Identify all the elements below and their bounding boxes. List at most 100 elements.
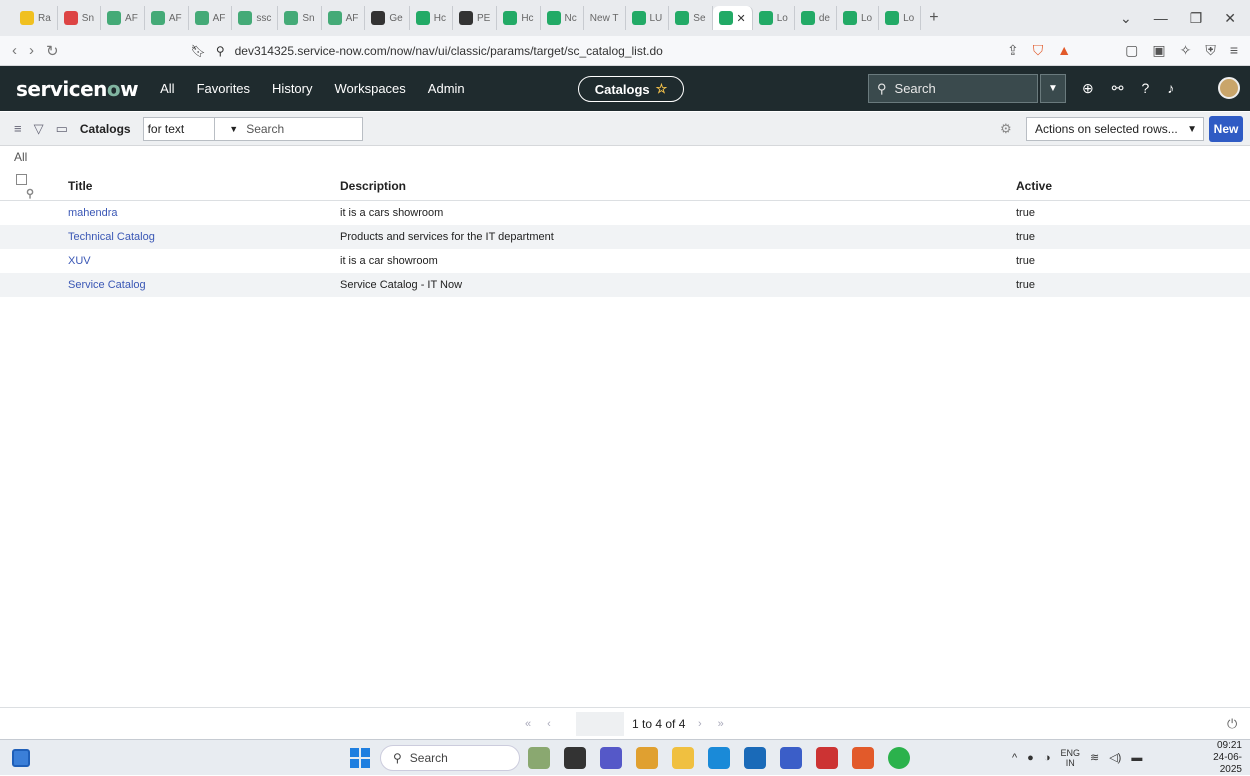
browser-tab[interactable]: Se (669, 6, 713, 30)
brave-shield-icon[interactable]: ⛉ (1033, 42, 1044, 59)
browser-tab-active[interactable]: ✕ (712, 6, 753, 30)
wifi-icon[interactable]: ≋ (1090, 751, 1099, 764)
new-tab-icon[interactable]: + (929, 9, 938, 27)
edge-icon[interactable] (708, 746, 730, 769)
chevron-up-icon[interactable]: ^ (1012, 752, 1017, 764)
browser-tab[interactable]: Hc (410, 6, 453, 30)
windows-start-icon[interactable] (350, 747, 370, 768)
browser-tab[interactable]: LU (626, 6, 670, 30)
search-scope-dropdown[interactable]: ▼ (1040, 74, 1066, 103)
language-indicator[interactable]: ENG IN (1060, 748, 1080, 768)
gear-icon[interactable]: ⚙ (1000, 121, 1012, 137)
refresh-icon[interactable]: ⏻ (1227, 716, 1237, 732)
tray-app-icon[interactable]: ◑ (1044, 752, 1051, 764)
context-pill[interactable]: Catalogs ☆ (578, 76, 684, 102)
zoho-icon[interactable] (780, 746, 802, 769)
select-all-checkbox[interactable] (16, 174, 27, 186)
teams-icon[interactable] (600, 746, 622, 769)
url-text[interactable]: dev314325.service-now.com/now/nav/ui/cla… (235, 44, 663, 58)
battery-icon[interactable]: ▬ (1131, 752, 1142, 764)
column-header-description[interactable]: Description (340, 172, 1016, 201)
row-title-link[interactable]: mahendra (40, 201, 340, 225)
page-number-input[interactable] (576, 712, 624, 736)
avatar[interactable] (1218, 77, 1240, 99)
first-page-icon[interactable]: « (525, 718, 531, 730)
row-title-link[interactable]: Service Catalog (40, 272, 340, 297)
column-search-icon[interactable]: ⚲ (26, 188, 34, 200)
menu-workspaces[interactable]: Workspaces (335, 81, 406, 96)
browser-tab[interactable]: AF (189, 6, 233, 30)
list-search-input[interactable]: Search (242, 122, 362, 136)
vpn-icon[interactable]: ⛨ (1205, 42, 1216, 59)
next-page-icon[interactable]: › (698, 718, 702, 730)
brave-icon[interactable] (852, 746, 874, 769)
widgets-icon[interactable] (12, 748, 30, 767)
taskbar-search[interactable]: ⚲ Search (380, 744, 520, 771)
notifications-icon[interactable]: ♪ (1167, 80, 1174, 97)
chat-icon[interactable]: ⚯ (1112, 80, 1124, 97)
breadcrumb[interactable]: All (14, 150, 27, 164)
copilot-icon[interactable] (636, 746, 658, 769)
list-icon[interactable]: ▭ (56, 121, 68, 137)
minimize-icon[interactable]: — (1154, 10, 1168, 27)
globe-icon[interactable]: ⊕ (1082, 80, 1094, 97)
help-icon[interactable]: ? (1141, 80, 1149, 97)
menu-all[interactable]: All (160, 81, 174, 96)
landscape-app-icon[interactable] (528, 746, 550, 769)
clock[interactable]: 09:21 24-06-2025 (1192, 740, 1242, 776)
file-explorer-icon[interactable] (672, 746, 694, 769)
row-title-link[interactable]: XUV (40, 249, 340, 273)
browser-tab[interactable]: Ge (365, 6, 410, 30)
star-icon[interactable]: ☆ (656, 81, 668, 97)
forward-icon[interactable]: › (29, 42, 34, 59)
menu-history[interactable]: History (272, 81, 312, 96)
wallet-icon[interactable]: ▣ (1152, 42, 1165, 59)
tab-list-icon[interactable]: ⌄ (1120, 10, 1132, 27)
browser-tab[interactable]: Sn (58, 6, 102, 30)
mcafee-icon[interactable] (816, 746, 838, 769)
site-info-icon[interactable]: ⚲ (216, 44, 225, 58)
bookmark-icon[interactable]: 🔖︎ (191, 44, 206, 58)
close-tab-icon[interactable]: ✕ (737, 12, 746, 25)
sidebar-icon[interactable]: ▢ (1125, 42, 1138, 59)
browser-tab[interactable]: Lo (879, 6, 922, 30)
filter-icon[interactable]: ▽ (34, 121, 44, 137)
browser-tab[interactable]: Nc (541, 6, 584, 30)
volume-icon[interactable]: ◁) (1109, 751, 1121, 764)
hamburger-menu-icon[interactable]: ≡ (14, 121, 22, 136)
reload-icon[interactable]: ↻ (46, 42, 59, 60)
browser-tab[interactable]: Hc (497, 6, 541, 30)
extensions-icon[interactable]: ✧ (1180, 42, 1192, 59)
browser-tab[interactable]: Lo (753, 6, 795, 30)
row-title-link[interactable]: Technical Catalog (40, 224, 340, 249)
search-field-select[interactable]: for text (144, 117, 216, 140)
servicenow-logo[interactable]: servicenow (16, 77, 139, 101)
tray-app-icon[interactable]: ● (1027, 752, 1034, 764)
chevron-down-icon[interactable]: ▼ (215, 124, 242, 134)
share-icon[interactable]: ⇪ (1007, 42, 1019, 59)
browser-tab[interactable]: Lo (837, 6, 880, 30)
global-search-input[interactable]: ⚲ Search (868, 74, 1038, 103)
store-icon[interactable] (744, 746, 766, 769)
back-icon[interactable]: ‹ (12, 42, 17, 59)
browser-tab[interactable]: Sn (278, 6, 322, 30)
close-window-icon[interactable]: ✕ (1224, 10, 1236, 27)
browser-tab[interactable]: de (795, 6, 837, 30)
new-button[interactable]: New (1209, 116, 1243, 142)
column-header-active[interactable]: Active (1016, 172, 1250, 201)
browser-tab[interactable]: AF (101, 6, 145, 30)
url-field[interactable]: 🔖︎ ⚲ dev314325.service-now.com/now/nav/u… (191, 44, 663, 58)
column-header-title[interactable]: Title (40, 172, 340, 201)
last-page-icon[interactable]: » (718, 718, 724, 730)
task-view-icon[interactable] (564, 746, 586, 769)
browser-tab[interactable]: AF (322, 6, 366, 30)
browser-tab[interactable]: Ra (14, 6, 58, 30)
menu-favorites[interactable]: Favorites (197, 81, 250, 96)
rewards-icon[interactable]: ▲ (1057, 42, 1071, 59)
prev-page-icon[interactable]: ‹ (547, 718, 551, 730)
browser-tab[interactable]: New T (584, 6, 626, 30)
menu-admin[interactable]: Admin (428, 81, 465, 96)
browser-menu-icon[interactable]: ≡ (1230, 42, 1238, 59)
restore-icon[interactable]: ❐ (1190, 10, 1203, 27)
actions-select[interactable]: Actions on selected rows... ▼ (1026, 117, 1204, 141)
